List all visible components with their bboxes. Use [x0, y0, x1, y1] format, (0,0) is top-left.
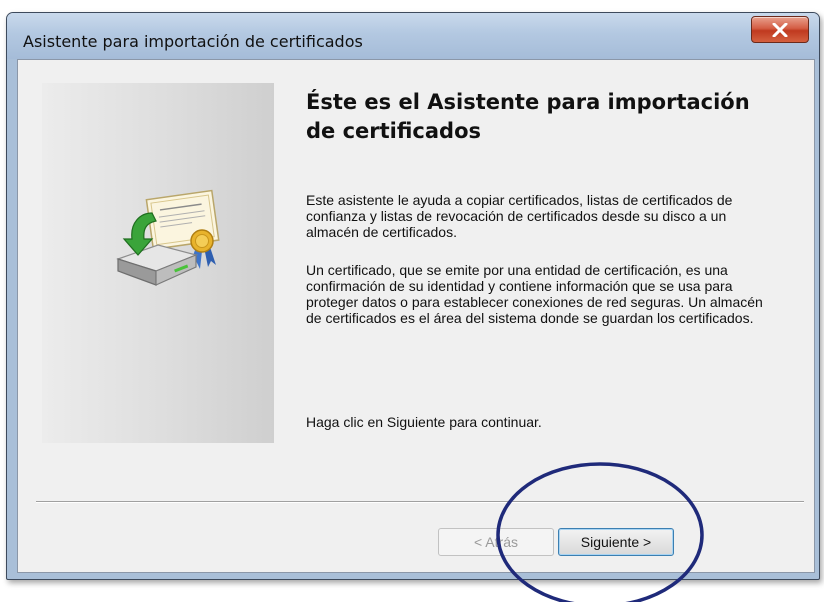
close-button[interactable] [751, 16, 809, 43]
wizard-description-2: Un certificado, que se emite por una ent… [306, 262, 763, 326]
window-title: Asistente para importación de certificad… [23, 32, 363, 51]
wizard-instruction: Haga clic en Siguiente para continuar. [306, 414, 542, 430]
certificate-import-icon [116, 189, 220, 286]
wizard-body: Éste es el Asistente para importación de… [17, 59, 815, 573]
back-button[interactable]: < Atrás [438, 528, 554, 556]
wizard-heading: Éste es el Asistente para importación de… [306, 90, 750, 143]
separator [36, 501, 804, 503]
wizard-window: Asistente para importación de certificad… [6, 12, 820, 580]
next-button[interactable]: Siguiente > [558, 528, 674, 556]
title-bar: Asistente para importación de certificad… [7, 13, 819, 59]
close-icon [772, 22, 788, 37]
wizard-description-1: Este asistente le ayuda a copiar certifi… [306, 192, 733, 240]
wizard-side-panel [42, 83, 274, 443]
